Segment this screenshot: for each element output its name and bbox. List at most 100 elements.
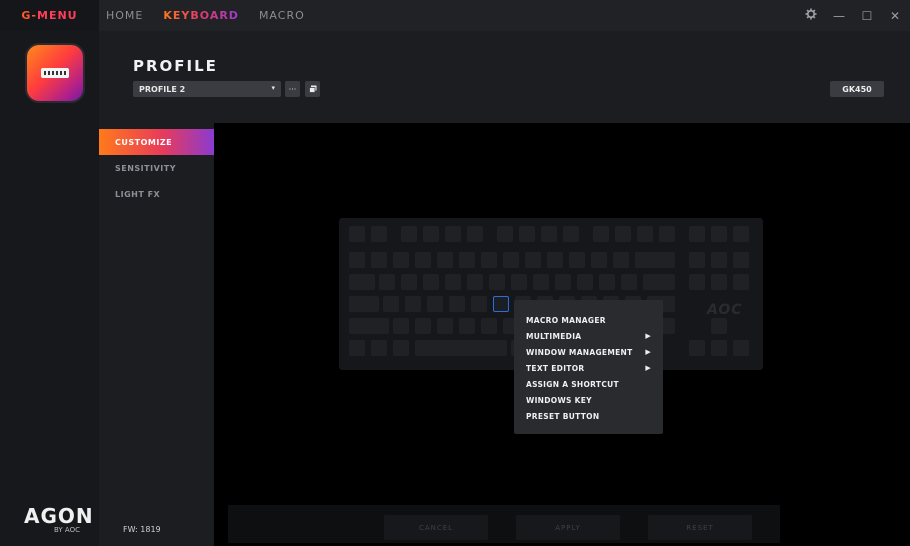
tab-macro[interactable]: MACRO [259,9,305,22]
apply-button[interactable]: APPLY [516,515,620,540]
keyboard-key[interactable] [503,252,519,268]
keyboard-key[interactable] [593,226,609,242]
keyboard-key[interactable] [525,252,541,268]
keyboard-key[interactable] [733,226,749,242]
keyboard-key[interactable] [481,318,497,334]
keyboard-key[interactable] [349,340,365,356]
keyboard-key[interactable] [349,318,389,334]
keyboard-key[interactable] [563,226,579,242]
maximize-icon[interactable]: ☐ [860,9,874,23]
keyboard-key[interactable] [615,226,631,242]
keyboard-key[interactable] [613,252,629,268]
keyboard-key[interactable] [547,252,563,268]
menu-item-preset-button[interactable]: PRESET BUTTON [514,408,663,424]
keyboard-key-selected[interactable] [493,296,509,312]
keyboard-key[interactable] [689,340,705,356]
tab-keyboard[interactable]: KEYBOARD [163,9,239,22]
keyboard-key[interactable] [577,274,593,290]
keyboard-key[interactable] [591,252,607,268]
keyboard-key[interactable] [449,296,465,312]
keyboard-key[interactable] [711,274,727,290]
keyboard-key[interactable] [497,226,513,242]
keyboard-key[interactable] [437,252,453,268]
keyboard-key[interactable] [471,296,487,312]
keyboard-key[interactable] [371,340,387,356]
keyboard-key[interactable] [555,274,571,290]
keyboard-key[interactable] [437,318,453,334]
keyboard-key[interactable] [733,252,749,268]
keyboard-key[interactable] [689,252,705,268]
keyboard-key[interactable] [467,226,483,242]
keyboard-key[interactable] [401,226,417,242]
keyboard-key[interactable] [379,274,395,290]
keyboard-key[interactable] [541,226,557,242]
menu-item-windows-key[interactable]: WINDOWS KEY [514,392,663,408]
keyboard-key[interactable] [569,252,585,268]
keyboard-key[interactable] [459,318,475,334]
keyboard-key[interactable] [383,296,399,312]
keyboard-key[interactable] [393,252,409,268]
reset-button[interactable]: RESET [648,515,752,540]
keyboard-key[interactable] [637,226,653,242]
keyboard-key[interactable] [621,274,637,290]
tab-home[interactable]: HOME [106,9,143,22]
chevron-down-icon: ▾ [271,84,275,92]
menu-item-text-editor[interactable]: TEXT EDITOR ▶ [514,360,663,376]
keyboard-key[interactable] [489,274,505,290]
keyboard-key[interactable] [689,274,705,290]
profile-dropdown[interactable]: PROFILE 2 ▾ [133,81,281,97]
menu-item-multimedia[interactable]: MULTIMEDIA ▶ [514,328,663,344]
keyboard-key[interactable] [711,340,727,356]
keyboard-key[interactable] [371,226,387,242]
keyboard-key[interactable] [689,226,705,242]
keyboard-key[interactable] [733,340,749,356]
keyboard-key[interactable] [635,252,675,268]
menu-item-macro-manager[interactable]: MACRO MANAGER [514,312,663,328]
profile-copy-button[interactable] [305,81,320,97]
gear-icon[interactable] [804,8,818,23]
keyboard-key[interactable] [711,226,727,242]
keyboard-key[interactable] [349,274,375,290]
profile-more-button[interactable]: ··· [285,81,300,97]
keyboard-key[interactable] [415,318,431,334]
cancel-button[interactable]: CANCEL [384,515,488,540]
keyboard-key[interactable] [733,274,749,290]
keyboard-key[interactable] [415,252,431,268]
keyboard-key[interactable] [349,296,379,312]
menu-item-window-management[interactable]: WINDOW MANAGEMENT ▶ [514,344,663,360]
keyboard-key[interactable] [659,226,675,242]
keyboard-key[interactable] [349,252,365,268]
keyboard-key[interactable] [423,274,439,290]
keyboard-key[interactable] [445,226,461,242]
keyboard-key[interactable] [349,226,365,242]
keyboard-key[interactable] [711,252,727,268]
keyboard-key[interactable] [393,318,409,334]
keyboard-key[interactable] [459,252,475,268]
subnav-item-sensitivity[interactable]: SENSITIVITY [99,155,214,181]
g-menu-button[interactable]: G- MENU [0,0,99,31]
close-icon[interactable]: ✕ [888,9,902,23]
keyboard-key[interactable] [445,274,461,290]
keyboard-key[interactable] [481,252,497,268]
keyboard-key[interactable] [599,274,615,290]
keyboard-key[interactable] [519,226,535,242]
subnav-item-customize[interactable]: CUSTOMIZE [99,129,214,155]
keyboard-key[interactable] [401,274,417,290]
keyboard-key[interactable] [423,226,439,242]
keyboard-key[interactable] [393,340,409,356]
keyboard-key[interactable] [467,274,483,290]
more-icon: ··· [288,84,297,94]
subnav-item-light-fx[interactable]: LIGHT FX [99,181,214,207]
menu-item-label: MULTIMEDIA [526,331,582,341]
menu-item-assign-shortcut[interactable]: ASSIGN A SHORTCUT [514,376,663,392]
keyboard-key[interactable] [405,296,421,312]
keyboard-key[interactable] [415,340,507,356]
keyboard-key[interactable] [711,318,727,334]
keyboard-device-icon[interactable] [25,43,85,103]
keyboard-key[interactable] [427,296,443,312]
keyboard-key[interactable] [533,274,549,290]
keyboard-key[interactable] [511,274,527,290]
keyboard-key[interactable] [643,274,675,290]
keyboard-key[interactable] [371,252,387,268]
minimize-icon[interactable]: — [832,9,846,23]
